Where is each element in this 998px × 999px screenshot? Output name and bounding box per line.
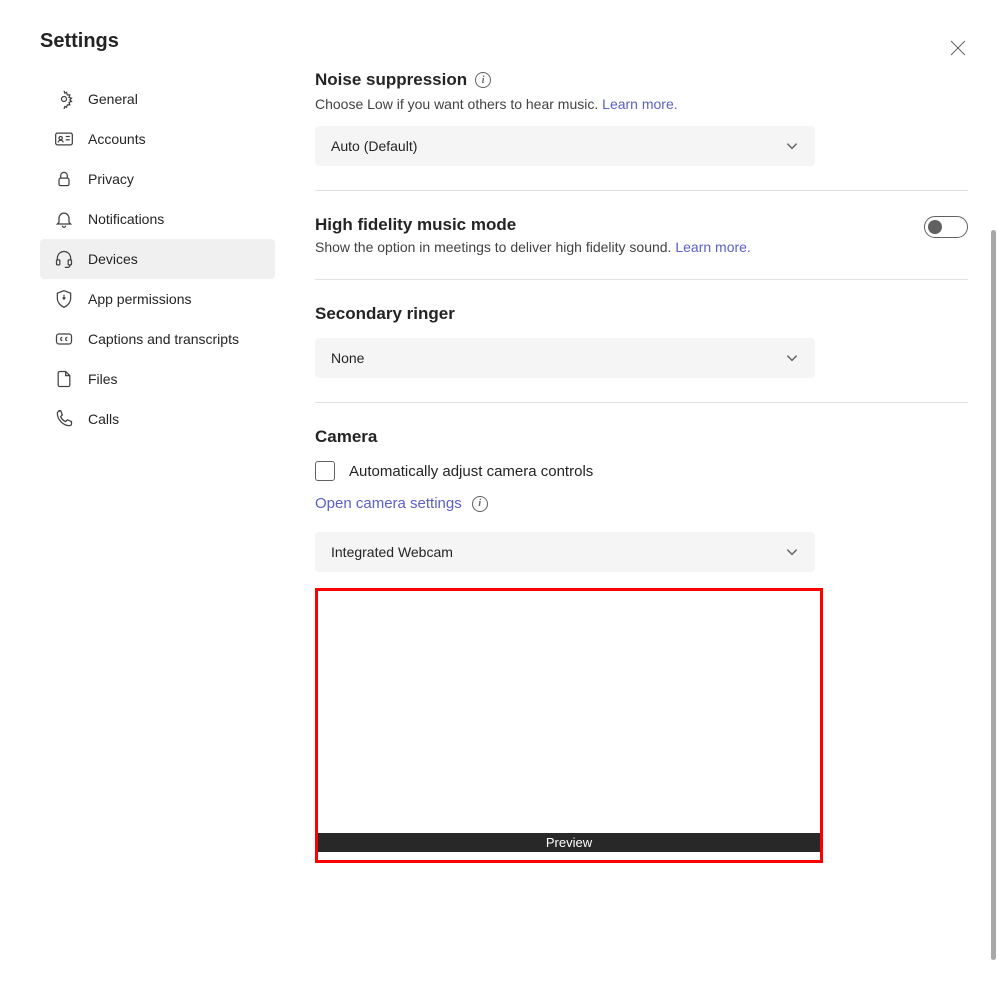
toggle-knob — [928, 220, 942, 234]
sidebar-item-label: Files — [88, 371, 118, 387]
sidebar-item-privacy[interactable]: Privacy — [40, 159, 275, 199]
id-card-icon — [54, 129, 74, 149]
shield-icon — [54, 289, 74, 309]
info-icon[interactable]: i — [472, 496, 488, 512]
page-title: Settings — [40, 30, 285, 53]
section-noise-suppression: Noise suppression i Choose Low if you wa… — [315, 70, 968, 191]
auto-adjust-row: Automatically adjust camera controls — [315, 461, 968, 481]
noise-description: Choose Low if you want others to hear mu… — [315, 96, 968, 112]
sidebar-item-captions[interactable]: Captions and transcripts — [40, 319, 275, 359]
chevron-down-icon — [785, 351, 799, 365]
sidebar-item-accounts[interactable]: Accounts — [40, 119, 275, 159]
noise-learn-more-link[interactable]: Learn more. — [602, 96, 677, 112]
hifi-description: Show the option in meetings to deliver h… — [315, 239, 968, 255]
sidebar-nav: General Accounts Privacy Notifications — [40, 79, 285, 439]
camera-preview: Preview — [315, 588, 823, 863]
file-icon — [54, 369, 74, 389]
dropdown-value: None — [331, 350, 364, 366]
sidebar-item-label: Devices — [88, 251, 138, 267]
chevron-down-icon — [785, 139, 799, 153]
checkbox-label: Automatically adjust camera controls — [349, 463, 593, 480]
auto-adjust-checkbox[interactable] — [315, 461, 335, 481]
dropdown-value: Auto (Default) — [331, 138, 417, 154]
sidebar-item-app-permissions[interactable]: App permissions — [40, 279, 275, 319]
noise-title-row: Noise suppression i — [315, 70, 968, 90]
sidebar-item-calls[interactable]: Calls — [40, 399, 275, 439]
section-heading: High fidelity music mode — [315, 215, 516, 235]
sidebar-item-label: Notifications — [88, 211, 164, 227]
hifi-learn-more-link[interactable]: Learn more. — [675, 239, 750, 255]
section-heading: Noise suppression — [315, 70, 467, 90]
section-heading: Secondary ringer — [315, 304, 968, 324]
sidebar-item-files[interactable]: Files — [40, 359, 275, 399]
sidebar-item-label: App permissions — [88, 291, 192, 307]
sidebar-item-general[interactable]: General — [40, 79, 275, 119]
captions-icon — [54, 329, 74, 349]
section-camera: Camera Automatically adjust camera contr… — [315, 427, 968, 887]
camera-dropdown[interactable]: Integrated Webcam — [315, 532, 815, 572]
info-icon[interactable]: i — [475, 72, 491, 88]
phone-icon — [54, 409, 74, 429]
section-secondary-ringer: Secondary ringer None — [315, 304, 968, 403]
section-heading: Camera — [315, 427, 968, 447]
secondary-ringer-dropdown[interactable]: None — [315, 338, 815, 378]
bell-icon — [54, 209, 74, 229]
gear-icon — [54, 89, 74, 109]
sidebar-item-label: Privacy — [88, 171, 134, 187]
noise-suppression-dropdown[interactable]: Auto (Default) — [315, 126, 815, 166]
sidebar-item-devices[interactable]: Devices — [40, 239, 275, 279]
sidebar-item-label: Accounts — [88, 131, 146, 147]
sidebar-item-notifications[interactable]: Notifications — [40, 199, 275, 239]
hifi-toggle[interactable] — [924, 216, 968, 238]
dropdown-value: Integrated Webcam — [331, 544, 453, 560]
sidebar-item-label: General — [88, 91, 138, 107]
chevron-down-icon — [785, 545, 799, 559]
preview-label: Preview — [318, 833, 820, 852]
sidebar-item-label: Calls — [88, 411, 119, 427]
open-camera-settings-link[interactable]: Open camera settings — [315, 495, 462, 512]
headset-icon — [54, 249, 74, 269]
sidebar-item-label: Captions and transcripts — [88, 331, 239, 347]
lock-icon — [54, 169, 74, 189]
section-hifi: High fidelity music mode Show the option… — [315, 215, 968, 280]
